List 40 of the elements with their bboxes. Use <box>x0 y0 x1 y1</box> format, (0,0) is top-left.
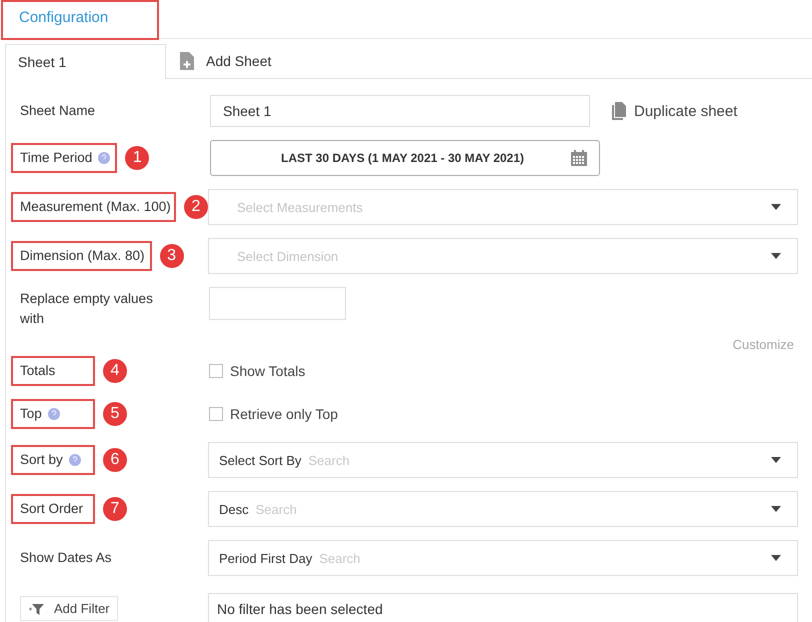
field-label: Sort Order <box>20 501 84 516</box>
copy-icon <box>612 102 626 120</box>
field-label: Measurement (Max. 100) <box>20 199 171 214</box>
filter-icon <box>28 602 44 616</box>
field-label: Totals <box>20 363 56 378</box>
sheet-name-field[interactable]: Sheet 1 <box>210 95 590 127</box>
field-label: Sheet Name <box>20 103 96 118</box>
help-icon[interactable] <box>98 152 110 164</box>
caret-icon <box>771 457 781 463</box>
filter-summary-field: No filter has been selected <box>208 592 798 622</box>
number-badge: 5 <box>103 402 127 426</box>
field-label: Show Dates As <box>20 550 112 565</box>
replace-value-field[interactable] <box>209 287 346 320</box>
caret-icon <box>771 555 781 561</box>
add-file-icon <box>180 52 194 70</box>
configuration-title: Configuration <box>1 0 159 40</box>
number-badge: 3 <box>160 244 184 268</box>
field-label: Top <box>20 406 42 421</box>
duplicate-sheet-button[interactable]: Duplicate sheet <box>606 101 744 121</box>
checkbox-option[interactable]: Retrieve only Top <box>209 406 338 422</box>
help-icon[interactable] <box>48 408 60 420</box>
number-badge: 2 <box>184 195 208 219</box>
help-icon[interactable] <box>68 454 81 466</box>
sheet-tab[interactable]: Sheet 1 <box>6 44 166 79</box>
date-range-button[interactable]: LAST 30 DAYS (1 MAY 2021 - 30 MAY 2021) <box>210 140 600 176</box>
field-label: Dimension (Max. 80) <box>20 248 145 263</box>
checkbox-option[interactable]: Show Totals <box>209 363 306 379</box>
caret-icon <box>771 506 781 512</box>
caret-icon <box>771 204 781 210</box>
add-filter-button[interactable]: Add Filter <box>20 596 118 621</box>
caret-icon <box>771 253 781 259</box>
calendar-icon <box>571 150 587 166</box>
number-badge: 7 <box>103 497 127 521</box>
number-badge: 6 <box>103 448 127 472</box>
field-label: Sort by <box>20 452 63 467</box>
sheet-tab[interactable]: Add Sheet <box>166 44 284 78</box>
field-label: Replace empty values with <box>20 290 154 328</box>
field-label: Time Period <box>20 150 92 165</box>
number-badge: 1 <box>125 146 150 170</box>
number-badge: 4 <box>103 359 127 383</box>
